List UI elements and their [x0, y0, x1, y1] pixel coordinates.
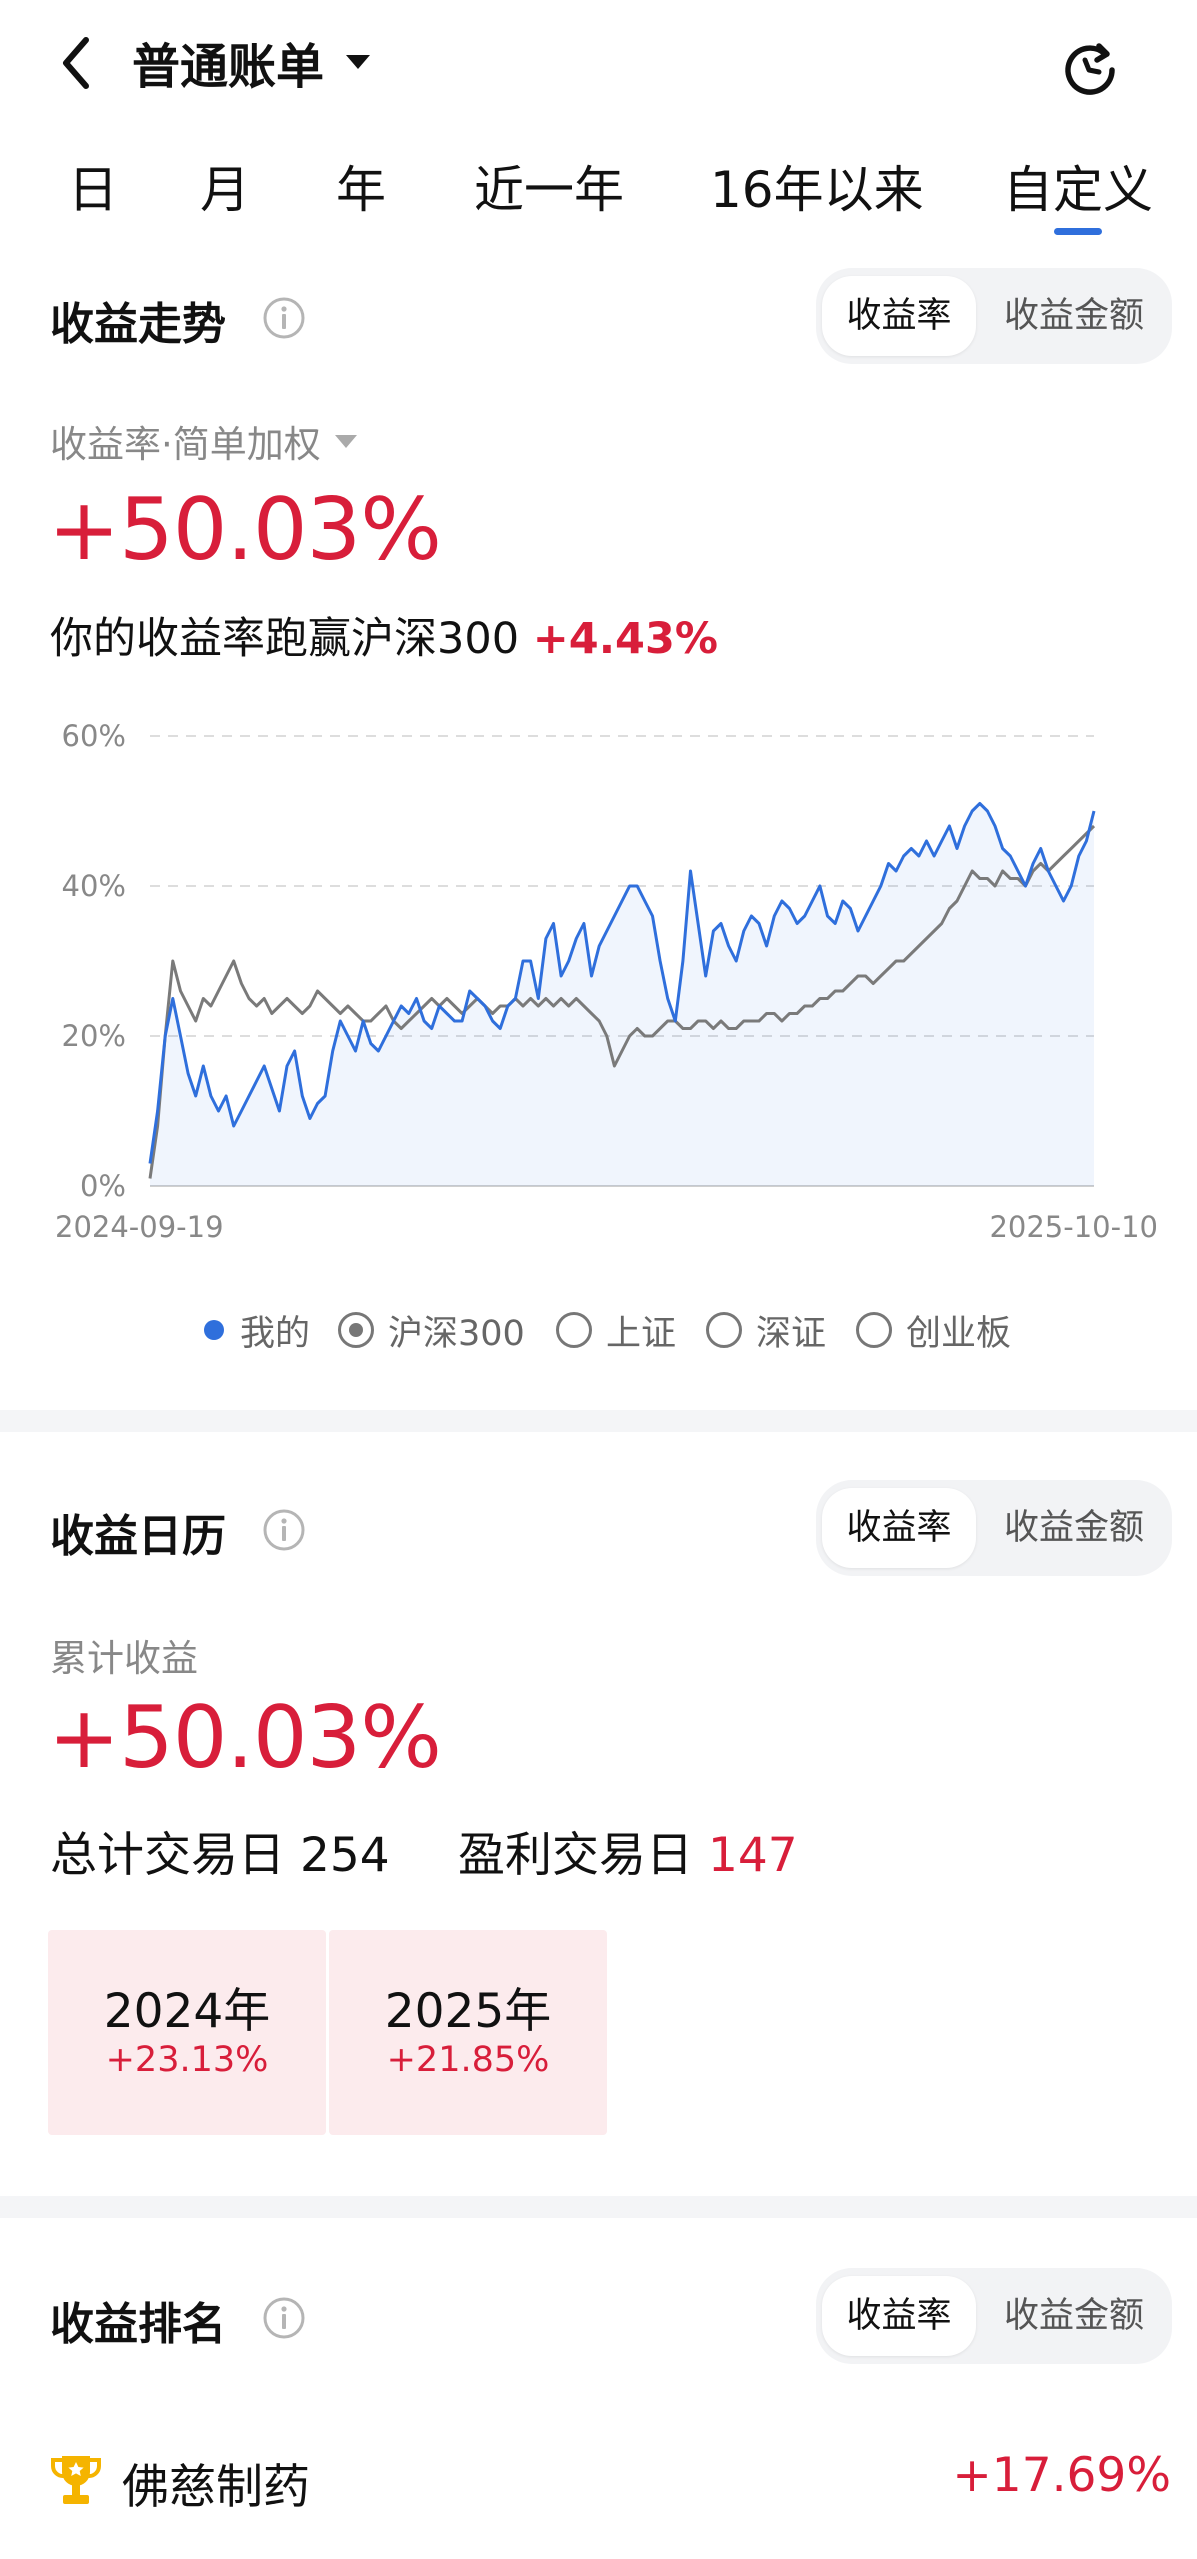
- legend-label: 深证: [756, 1313, 827, 1354]
- tab-last-year[interactable]: 近一年: [474, 140, 624, 240]
- y-tick-label: 60%: [62, 719, 126, 753]
- active-tab-indicator: [1054, 228, 1102, 235]
- toggle-amount-button[interactable]: 收益金额: [981, 2276, 1167, 2356]
- legend-item-sh[interactable]: 上证: [556, 1300, 676, 1360]
- radio-icon: [556, 1312, 592, 1348]
- x-tick-start: 2024-09-19: [55, 1210, 224, 1244]
- year-return: +23.13%: [105, 2040, 269, 2080]
- profit-days-label: 盈利交易日: [458, 1828, 693, 1883]
- legend-dot-icon: [204, 1320, 224, 1340]
- trophy-icon: [50, 2456, 102, 2504]
- profit-trading-days: 盈利交易日 147: [458, 1816, 798, 1885]
- benchmark-compare: 你的收益率跑赢沪深300 +4.43%: [50, 604, 718, 666]
- section-divider: [0, 2196, 1197, 2218]
- tab-day[interactable]: 日: [68, 140, 118, 240]
- x-tick-end: 2025-10-10: [989, 1210, 1158, 1244]
- calendar-section-title: 收益日历: [50, 1511, 226, 1562]
- radio-icon: [856, 1312, 892, 1348]
- calendar-toggle: 收益率 收益金额: [816, 1480, 1172, 1576]
- refresh-button[interactable]: [1055, 34, 1125, 104]
- back-button[interactable]: [50, 28, 110, 98]
- year-label: 2025年: [384, 1984, 552, 2039]
- legend-item-cyb[interactable]: 创业板: [856, 1300, 1011, 1360]
- y-tick-label: 20%: [62, 1019, 126, 1053]
- year-card-2024[interactable]: 2024年 +23.13%: [48, 1930, 326, 2135]
- legend-item-mine: 我的: [204, 1300, 310, 1360]
- toggle-rate-button[interactable]: 收益率: [822, 2276, 976, 2356]
- cumulative-label: 累计收益: [50, 1628, 198, 1682]
- refresh-icon: [1065, 43, 1115, 95]
- section-divider: [0, 1410, 1197, 1432]
- period-tabs: 日 月 年 近一年 16年以来 自定义: [0, 140, 1197, 240]
- ranking-toggle: 收益率 收益金额: [816, 2268, 1172, 2364]
- top-bar: 普通账单: [0, 0, 1197, 130]
- legend-label: 我的: [240, 1313, 311, 1354]
- info-icon[interactable]: [262, 2296, 306, 2340]
- caret-down-icon: [334, 434, 357, 448]
- toggle-rate-button[interactable]: 收益率: [822, 1488, 976, 1568]
- caret-down-icon: [346, 55, 371, 69]
- legend-label: 上证: [606, 1313, 677, 1354]
- total-days-label: 总计交易日: [50, 1828, 285, 1883]
- year-card-2025[interactable]: 2025年 +21.85%: [329, 1930, 607, 2135]
- title-dropdown[interactable]: 普通账单: [132, 22, 371, 102]
- ranking-row[interactable]: 佛慈制药 +17.69%: [0, 2430, 1197, 2530]
- total-trading-days: 总计交易日 254: [50, 1816, 390, 1885]
- legend-label: 沪深300: [388, 1313, 525, 1354]
- legend-item-hs300[interactable]: 沪深300: [338, 1300, 525, 1360]
- legend-item-sz[interactable]: 深证: [706, 1300, 826, 1360]
- cumulative-return-value: +50.03%: [48, 1688, 442, 1788]
- toggle-amount-button[interactable]: 收益金额: [981, 1488, 1167, 1568]
- profit-days-value: 147: [707, 1828, 798, 1883]
- total-days-value: 254: [299, 1828, 390, 1883]
- metric-type-dropdown[interactable]: 收益率·简单加权: [50, 414, 357, 468]
- trend-section-title: 收益走势: [50, 299, 226, 350]
- tab-custom[interactable]: 自定义: [1003, 140, 1153, 240]
- tab-month[interactable]: 月: [200, 140, 250, 240]
- radio-icon: [706, 1312, 742, 1348]
- year-return: +21.85%: [386, 2040, 550, 2080]
- chevron-left-icon: [63, 37, 89, 89]
- radio-checked-icon: [338, 1312, 374, 1348]
- ranking-section-title: 收益排名: [50, 2299, 226, 2350]
- year-label: 2024年: [103, 1984, 271, 2039]
- return-trend-chart[interactable]: 60% 40% 20% 0% 2024-09-19 2025-10-10: [0, 700, 1197, 1260]
- trend-return-value: +50.03%: [48, 480, 442, 580]
- metric-type-label: 收益率·简单加权: [50, 423, 321, 466]
- page-title: 普通账单: [132, 39, 325, 95]
- tab-since-16[interactable]: 16年以来: [710, 140, 924, 240]
- info-icon[interactable]: [262, 1508, 306, 1552]
- y-tick-label: 0%: [80, 1169, 126, 1203]
- chart-legend: 我的 沪深300 上证 深证 创业板: [0, 1300, 1197, 1360]
- toggle-rate-button[interactable]: 收益率: [822, 276, 976, 356]
- cumulative-label-text: 累计收益: [50, 1637, 198, 1680]
- info-icon[interactable]: [262, 296, 306, 340]
- trend-toggle: 收益率 收益金额: [816, 268, 1172, 364]
- compare-text: 你的收益率跑赢沪深300: [50, 614, 520, 664]
- legend-label: 创业板: [906, 1313, 1012, 1354]
- my-return-area: [150, 803, 1094, 1186]
- toggle-amount-button[interactable]: 收益金额: [981, 276, 1167, 356]
- stock-name: 佛慈制药: [122, 2460, 310, 2515]
- compare-value: +4.43%: [532, 614, 718, 664]
- stock-return: +17.69%: [952, 2448, 1171, 2503]
- y-tick-label: 40%: [62, 869, 126, 903]
- tab-year[interactable]: 年: [336, 140, 386, 240]
